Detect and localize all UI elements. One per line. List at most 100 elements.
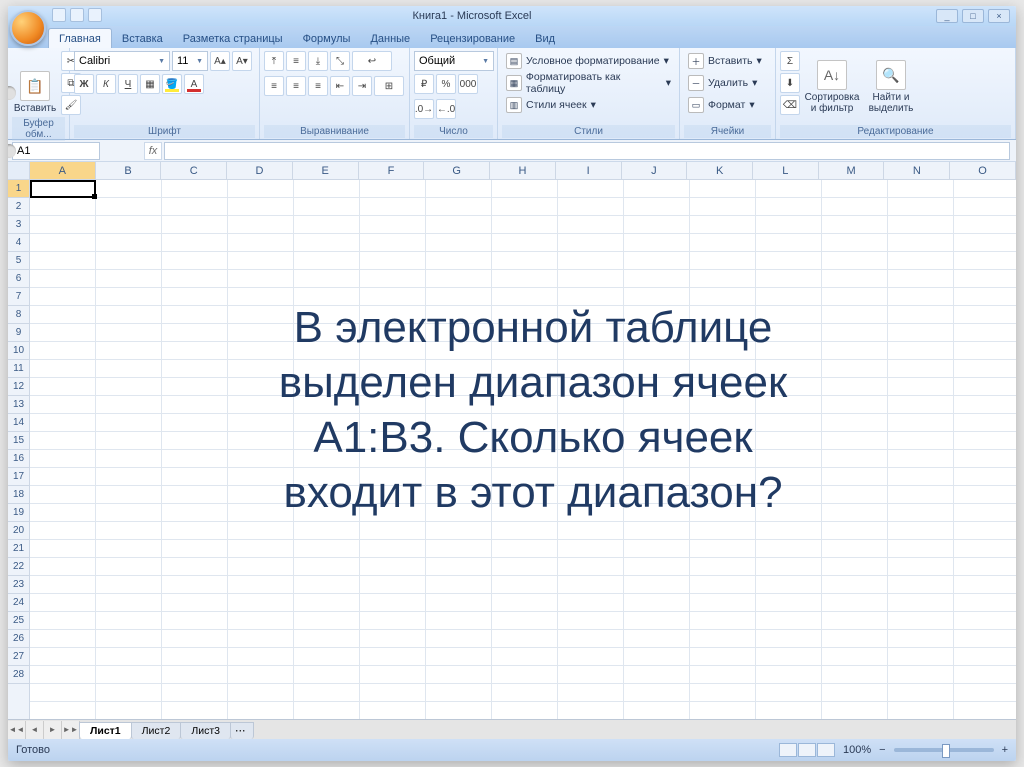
row-header-23[interactable]: 23 (8, 576, 29, 594)
find-select-button[interactable]: 🔍 Найти и выделить (864, 51, 918, 117)
col-header-J[interactable]: J (622, 162, 688, 179)
tab-insert[interactable]: Вставка (112, 29, 173, 48)
tab-review[interactable]: Рецензирование (420, 29, 525, 48)
view-pagebreak-button[interactable] (817, 743, 835, 757)
col-header-E[interactable]: E (293, 162, 359, 179)
col-header-N[interactable]: N (884, 162, 950, 179)
clear-button[interactable]: ⌫ (780, 95, 800, 115)
row-header-19[interactable]: 19 (8, 504, 29, 522)
row-header-25[interactable]: 25 (8, 612, 29, 630)
col-header-K[interactable]: K (687, 162, 753, 179)
align-center-button[interactable]: ≡ (286, 76, 306, 96)
align-bottom-button[interactable]: ⤓ (308, 51, 328, 71)
qat-undo-icon[interactable] (70, 8, 84, 22)
qat-save-icon[interactable] (52, 8, 66, 22)
orientation-button[interactable]: ⤡ (330, 51, 350, 71)
format-as-table-button[interactable]: ▦Форматировать как таблицу▾ (502, 73, 675, 93)
tab-layout[interactable]: Разметка страницы (173, 29, 293, 48)
conditional-formatting-button[interactable]: ▤Условное форматирование▾ (502, 51, 675, 71)
tab-home[interactable]: Главная (48, 28, 112, 48)
row-header-14[interactable]: 14 (8, 414, 29, 432)
sheet-tab-2[interactable]: Лист2 (131, 722, 182, 739)
zoom-out-button[interactable]: − (879, 744, 885, 756)
formula-bar[interactable] (164, 142, 1010, 160)
fill-color-button[interactable]: 🪣 (162, 74, 182, 94)
row-header-27[interactable]: 27 (8, 648, 29, 666)
active-cell[interactable] (30, 180, 96, 198)
maximize-button[interactable]: □ (962, 9, 984, 23)
col-header-B[interactable]: B (96, 162, 162, 179)
row-header-16[interactable]: 16 (8, 450, 29, 468)
minimize-button[interactable]: _ (936, 9, 958, 23)
align-left-button[interactable]: ≡ (264, 76, 284, 96)
col-header-I[interactable]: I (556, 162, 622, 179)
font-name-combo[interactable]: Calibri▼ (74, 51, 170, 71)
insert-cells-button[interactable]: ＋Вставить▾ (684, 51, 771, 71)
row-header-26[interactable]: 26 (8, 630, 29, 648)
sheet-tab-3[interactable]: Лист3 (180, 722, 231, 739)
select-all-corner[interactable] (8, 162, 30, 179)
col-header-L[interactable]: L (753, 162, 819, 179)
decrease-decimal-button[interactable]: ←.0 (436, 99, 456, 119)
row-header-6[interactable]: 6 (8, 270, 29, 288)
fx-icon[interactable]: fx (144, 142, 162, 160)
comma-button[interactable]: 000 (458, 74, 478, 94)
cell-styles-button[interactable]: ▥Стили ячеек▾ (502, 95, 675, 115)
row-header-20[interactable]: 20 (8, 522, 29, 540)
sort-filter-button[interactable]: A↓ Сортировка и фильтр (803, 51, 861, 117)
view-normal-button[interactable] (779, 743, 797, 757)
grow-font-button[interactable]: A▴ (210, 51, 230, 71)
col-header-O[interactable]: O (950, 162, 1016, 179)
qat-redo-icon[interactable] (88, 8, 102, 22)
align-right-button[interactable]: ≡ (308, 76, 328, 96)
row-header-5[interactable]: 5 (8, 252, 29, 270)
col-header-A[interactable]: A (30, 162, 96, 179)
align-top-button[interactable]: ⤒ (264, 51, 284, 71)
wrap-text-button[interactable]: ↩ (352, 51, 392, 71)
row-header-4[interactable]: 4 (8, 234, 29, 252)
row-header-7[interactable]: 7 (8, 288, 29, 306)
bold-button[interactable]: Ж (74, 74, 94, 94)
zoom-slider[interactable] (894, 748, 994, 752)
row-header-13[interactable]: 13 (8, 396, 29, 414)
new-sheet-button[interactable]: ⋯ (230, 722, 254, 739)
sheet-tab-1[interactable]: Лист1 (79, 722, 132, 739)
col-header-G[interactable]: G (424, 162, 490, 179)
shrink-font-button[interactable]: A▾ (232, 51, 252, 71)
underline-button[interactable]: Ч (118, 74, 138, 94)
name-box[interactable]: A1 (12, 142, 100, 160)
delete-cells-button[interactable]: －Удалить▾ (684, 73, 771, 93)
row-header-15[interactable]: 15 (8, 432, 29, 450)
zoom-in-button[interactable]: + (1002, 744, 1008, 756)
increase-decimal-button[interactable]: .0→ (414, 99, 434, 119)
office-button[interactable] (10, 10, 46, 46)
italic-button[interactable]: К (96, 74, 116, 94)
autosum-button[interactable]: Σ (780, 51, 800, 71)
row-header-18[interactable]: 18 (8, 486, 29, 504)
row-header-3[interactable]: 3 (8, 216, 29, 234)
row-header-1[interactable]: 1 (8, 180, 29, 198)
font-color-button[interactable]: A (184, 74, 204, 94)
row-header-11[interactable]: 11 (8, 360, 29, 378)
row-header-24[interactable]: 24 (8, 594, 29, 612)
row-header-22[interactable]: 22 (8, 558, 29, 576)
paste-button[interactable]: 📋 Вставить (12, 51, 58, 117)
cells-grid[interactable]: В электронной таблице выделен диапазон я… (30, 180, 1016, 724)
tab-view[interactable]: Вид (525, 29, 565, 48)
tab-data[interactable]: Данные (360, 29, 420, 48)
increase-indent-button[interactable]: ⇥ (352, 76, 372, 96)
sheet-nav-next[interactable]: ► (44, 721, 62, 739)
col-header-H[interactable]: H (490, 162, 556, 179)
sheet-nav-prev[interactable]: ◄ (26, 721, 44, 739)
merge-button[interactable]: ⊞ (374, 76, 404, 96)
row-header-17[interactable]: 17 (8, 468, 29, 486)
decrease-indent-button[interactable]: ⇤ (330, 76, 350, 96)
close-button[interactable]: × (988, 9, 1010, 23)
format-cells-button[interactable]: ▭Формат▾ (684, 95, 771, 115)
font-size-combo[interactable]: 11▼ (172, 51, 208, 71)
number-format-combo[interactable]: Общий▼ (414, 51, 494, 71)
row-header-9[interactable]: 9 (8, 324, 29, 342)
tab-formulas[interactable]: Формулы (293, 29, 361, 48)
col-header-C[interactable]: C (161, 162, 227, 179)
percent-button[interactable]: % (436, 74, 456, 94)
